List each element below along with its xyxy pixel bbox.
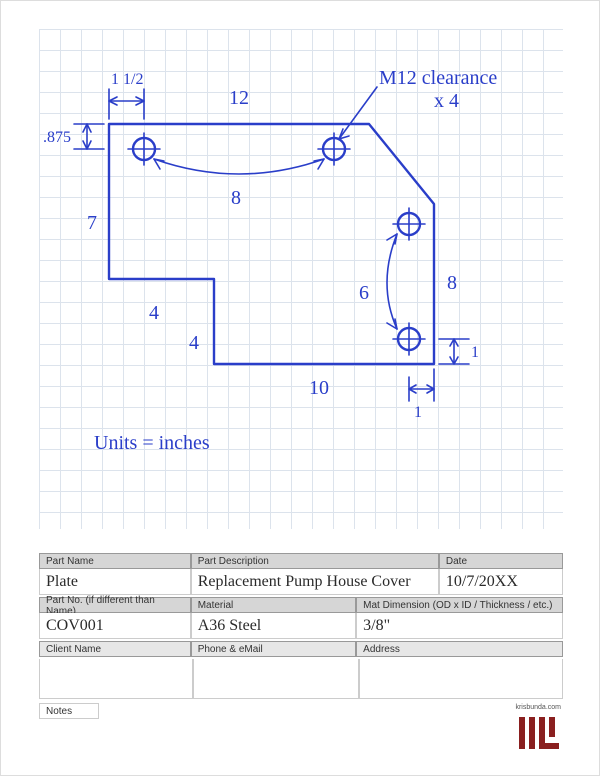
value-part-name: Plate <box>39 569 191 595</box>
dim-top-edge: 12 <box>229 87 249 109</box>
value-material: A36 Steel <box>191 613 356 639</box>
label-notes: Notes <box>39 703 99 719</box>
dim-top-left-x: 1 1/2 <box>109 71 144 119</box>
logo-icon <box>517 713 561 753</box>
hole-right-lower <box>393 323 425 355</box>
svg-text:1: 1 <box>471 344 479 361</box>
dim-hole-vspan: 6 <box>359 234 397 329</box>
dim-br-y: 1 <box>439 339 479 364</box>
units-note: Units = inches <box>94 432 210 454</box>
label-mat-dim: Mat Dimension (OD x ID / Thickness / etc… <box>356 597 563 613</box>
dim-hole-hspan: 8 <box>154 159 324 209</box>
dim-top-left-y: .875 <box>43 124 104 149</box>
dim-step-h: 4 <box>149 302 159 324</box>
label-part-name: Part Name <box>39 553 191 569</box>
label-phone: Phone & eMail <box>191 641 356 657</box>
value-part-no: COV001 <box>39 613 191 639</box>
value-date: 10/7/20XX <box>439 569 563 595</box>
value-mat-dim: 3/8" <box>356 613 563 639</box>
svg-text:1: 1 <box>414 404 422 421</box>
label-part-desc: Part Description <box>191 553 439 569</box>
dim-bottom-edge: 10 <box>309 377 329 399</box>
label-material: Material <box>191 597 356 613</box>
svg-text:.875: .875 <box>43 129 71 146</box>
label-part-no: Part No. (if different than Name) <box>39 597 191 613</box>
svg-text:1 1/2: 1 1/2 <box>111 71 143 88</box>
hole-note-leader <box>339 87 377 139</box>
svg-text:8: 8 <box>231 187 241 209</box>
hole-right-upper <box>393 208 425 240</box>
hole-note-text: M12 clearance <box>379 67 497 89</box>
credit-text: krisbunda.com <box>515 704 561 711</box>
dim-br-x: 1 <box>409 369 434 421</box>
label-client: Client Name <box>39 641 191 657</box>
value-client <box>39 659 193 699</box>
part-sketch: 12 1 1/2 .875 8 7 <box>39 29 563 529</box>
title-block: Part Name Plate Part Description Replace… <box>39 553 563 721</box>
drawing-sheet: 12 1 1/2 .875 8 7 <box>0 0 600 776</box>
dim-left-edge: 7 <box>87 212 97 234</box>
svg-text:12: 12 <box>229 87 249 109</box>
value-phone <box>193 659 359 699</box>
svg-text:6: 6 <box>359 282 369 304</box>
label-date: Date <box>439 553 563 569</box>
hole-qty-text: x 4 <box>434 90 459 112</box>
value-part-desc: Replacement Pump House Cover <box>191 569 439 595</box>
dim-step-v: 4 <box>189 332 199 354</box>
value-address <box>359 659 563 699</box>
dim-right-edge: 8 <box>447 272 457 294</box>
label-address: Address <box>356 641 563 657</box>
